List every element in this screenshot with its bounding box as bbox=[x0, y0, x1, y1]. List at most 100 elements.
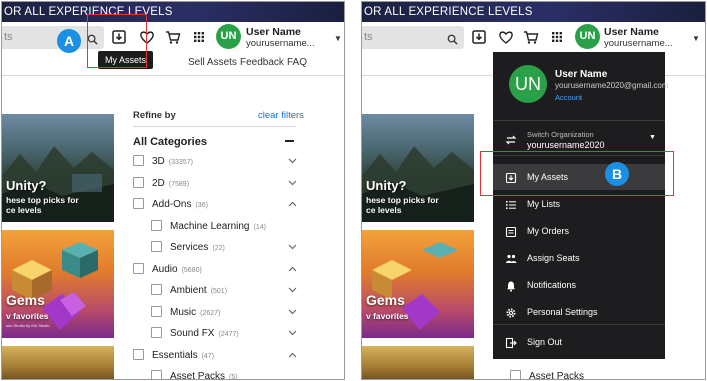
search-icon[interactable] bbox=[447, 31, 458, 54]
divider bbox=[493, 120, 665, 121]
user-avatar[interactable]: UN bbox=[216, 24, 241, 49]
apps-grid-icon[interactable] bbox=[190, 28, 208, 46]
organization-name[interactable]: yourusername2020 bbox=[527, 140, 605, 150]
account-link[interactable]: Account bbox=[555, 93, 582, 102]
chevron-up-icon[interactable] bbox=[288, 200, 297, 209]
featured-thumbnail-desert[interactable] bbox=[362, 346, 474, 379]
menu-item-label: My Lists bbox=[527, 199, 561, 209]
cart-icon[interactable] bbox=[164, 28, 182, 46]
category-item[interactable]: Music (2627) bbox=[151, 305, 221, 320]
chevron-down-icon[interactable] bbox=[288, 179, 297, 188]
menu-item-label: Notifications bbox=[527, 280, 577, 290]
menu-item-my-orders[interactable]: My Orders bbox=[493, 218, 665, 244]
category-label: Essentials bbox=[152, 349, 198, 361]
top-navigation-bar: ts UN User Name yourusername... ▼ bbox=[362, 22, 705, 52]
category-item[interactable]: Asset Packs (5) bbox=[151, 370, 238, 380]
user-avatar[interactable]: UN bbox=[575, 24, 600, 49]
category-count: (2627) bbox=[200, 309, 221, 317]
thumbnail-title: Gems bbox=[366, 292, 405, 308]
category-label: Machine Learning bbox=[170, 220, 250, 232]
category-label: Sound FX bbox=[170, 328, 215, 339]
menu-item-notifications[interactable]: Notifications bbox=[493, 272, 665, 298]
cart-icon[interactable] bbox=[522, 28, 540, 46]
thumbnail-subtitle-line2: ce levels bbox=[366, 205, 402, 215]
sign-out-icon bbox=[505, 336, 517, 349]
top-navigation-bar: ts UN User Name yourusername... ▼ bbox=[2, 22, 344, 52]
category-item[interactable]: 2D (7589) bbox=[133, 176, 189, 191]
apps-grid-icon[interactable] bbox=[548, 28, 566, 46]
category-label: Asset Packs bbox=[170, 371, 226, 380]
menu-item-label: My Orders bbox=[527, 226, 570, 236]
search-input[interactable]: ts bbox=[362, 26, 464, 49]
category-checkbox[interactable] bbox=[133, 262, 144, 274]
chevron-down-icon[interactable] bbox=[288, 308, 297, 317]
divider bbox=[2, 75, 344, 76]
collapse-minus-icon[interactable] bbox=[285, 140, 294, 142]
category-count: (5680) bbox=[181, 266, 202, 274]
dropdown-user-email: yourusername2020@gmail.com bbox=[555, 81, 669, 90]
nav-sell-assets[interactable]: Sell Assets bbox=[188, 57, 237, 68]
divider bbox=[493, 324, 665, 325]
my-assets-icon[interactable] bbox=[470, 28, 488, 46]
category-checkbox[interactable] bbox=[151, 305, 162, 317]
chevron-down-icon[interactable]: ▼ bbox=[649, 134, 656, 141]
gear-icon bbox=[505, 306, 517, 318]
category-item[interactable]: Add-Ons (36) bbox=[133, 198, 208, 212]
category-checkbox[interactable] bbox=[151, 219, 162, 231]
thumbnail-fineprint: son Studio by Kiri Studio bbox=[6, 323, 50, 328]
featured-thumbnail-unity[interactable]: Unity? hese top picks for ce levels bbox=[2, 114, 114, 222]
category-label: Audio bbox=[152, 263, 178, 275]
user-name[interactable]: User Name bbox=[246, 26, 301, 38]
category-item[interactable]: Sound FX (2477) bbox=[151, 327, 239, 341]
menu-item-sign-out[interactable]: Sign Out bbox=[493, 329, 665, 355]
divider bbox=[133, 126, 296, 127]
category-item[interactable]: 3D (33357) bbox=[133, 155, 193, 169]
category-item[interactable]: Ambient (501) bbox=[151, 284, 227, 298]
chevron-up-icon[interactable] bbox=[288, 351, 297, 360]
featured-thumbnail-gems[interactable]: Gems v favorites son Studio by Kiri Stud… bbox=[2, 230, 114, 338]
refine-by-label: Refine by bbox=[133, 110, 176, 121]
chevron-down-icon[interactable]: ▼ bbox=[692, 34, 700, 43]
featured-thumbnail-gems[interactable]: Gems v favorites bbox=[362, 230, 474, 338]
menu-item-assign-seats[interactable]: Assign Seats bbox=[493, 245, 665, 271]
category-count: (47) bbox=[201, 352, 215, 360]
category-checkbox[interactable] bbox=[151, 327, 162, 338]
category-checkbox[interactable] bbox=[133, 198, 144, 209]
category-item[interactable]: Services (22) bbox=[151, 241, 225, 255]
category-label: 2D bbox=[152, 177, 165, 189]
chevron-down-icon[interactable]: ▼ bbox=[334, 34, 342, 43]
user-name[interactable]: User Name bbox=[604, 26, 659, 38]
chevron-down-icon[interactable] bbox=[288, 243, 297, 252]
promo-banner: OR ALL EXPERIENCE LEVELS bbox=[2, 2, 344, 22]
category-checkbox[interactable] bbox=[133, 155, 144, 166]
category-checkbox[interactable] bbox=[133, 176, 144, 188]
chevron-up-icon[interactable] bbox=[288, 265, 297, 274]
thumbnail-subtitle-line1: hese top picks for bbox=[366, 195, 439, 205]
category-label: Music bbox=[170, 306, 197, 318]
category-item[interactable]: Machine Learning (14) bbox=[151, 219, 266, 234]
heart-icon[interactable] bbox=[497, 28, 515, 46]
clear-filters-link[interactable]: clear filters bbox=[258, 110, 304, 121]
seats-icon bbox=[505, 252, 517, 264]
isometric-gems-image bbox=[372, 242, 458, 330]
featured-thumbnail-unity[interactable]: Unity? hese top picks for ce levels bbox=[362, 114, 474, 222]
category-checkbox[interactable] bbox=[151, 284, 162, 295]
nav-feedback[interactable]: Feedback bbox=[240, 57, 284, 68]
menu-item-personal-settings[interactable]: Personal Settings bbox=[493, 299, 665, 325]
category-checkbox[interactable] bbox=[510, 370, 521, 379]
left-screenshot-panel: OR ALL EXPERIENCE LEVELS ts UN User Name… bbox=[1, 1, 345, 380]
switch-organization-label: Switch Organization bbox=[527, 130, 594, 139]
isometric-gems-image bbox=[12, 242, 98, 330]
category-item[interactable]: Audio (5680) bbox=[133, 262, 202, 277]
category-checkbox[interactable] bbox=[151, 370, 162, 379]
chevron-down-icon[interactable] bbox=[288, 329, 297, 338]
thumbnail-subtitle-line2: ce levels bbox=[6, 205, 42, 215]
category-item[interactable]: Essentials (47) bbox=[133, 348, 215, 363]
category-asset-packs[interactable]: Asset Packs bbox=[510, 370, 584, 379]
category-checkbox[interactable] bbox=[133, 348, 144, 360]
chevron-down-icon[interactable] bbox=[288, 286, 297, 295]
nav-faq[interactable]: FAQ bbox=[287, 57, 307, 68]
featured-thumbnail-desert[interactable] bbox=[2, 346, 114, 379]
category-checkbox[interactable] bbox=[151, 241, 162, 252]
chevron-down-icon[interactable] bbox=[288, 157, 297, 166]
